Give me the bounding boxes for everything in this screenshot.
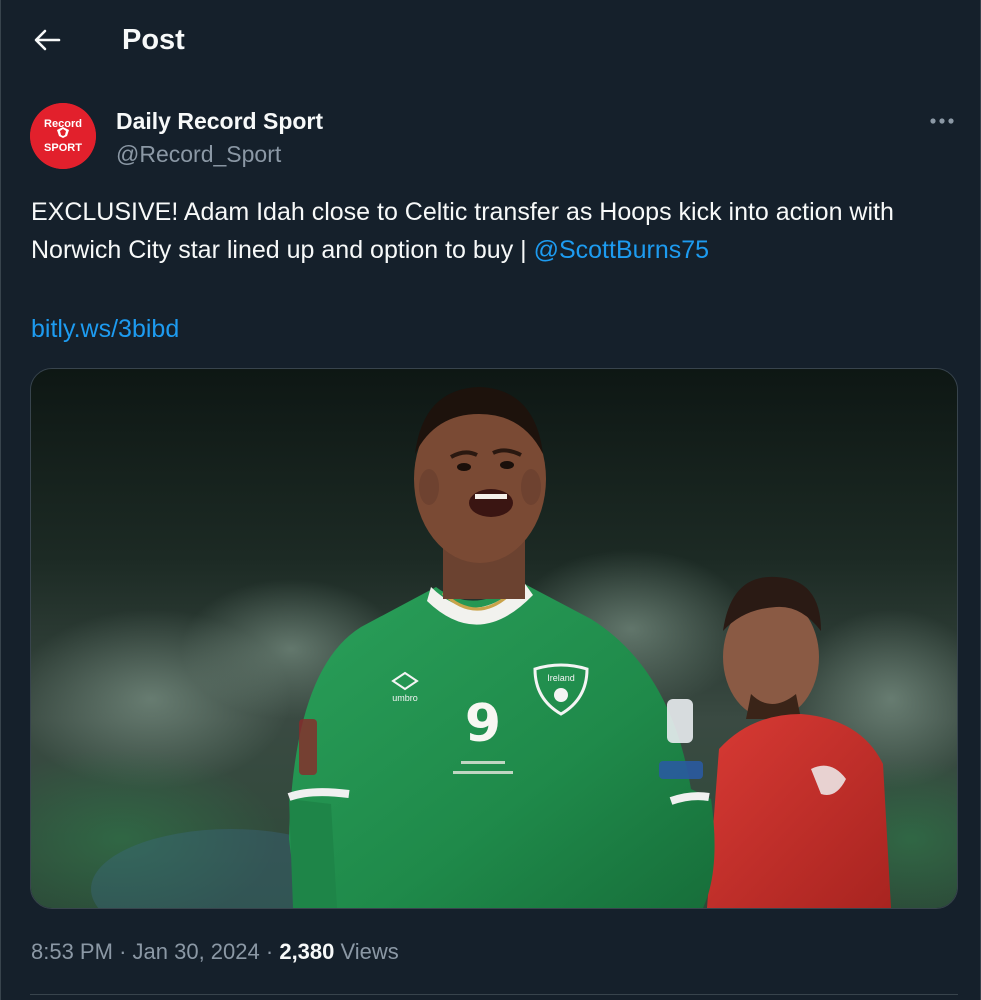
arrow-left-icon: [34, 29, 61, 51]
more-button[interactable]: [925, 106, 959, 136]
post-page: Post Record SPORT Daily Record Sport @Re…: [0, 0, 981, 1000]
avatar[interactable]: Record SPORT: [30, 103, 96, 169]
back-button[interactable]: [23, 20, 71, 60]
page-title: Post: [122, 24, 185, 56]
tweet-url-link[interactable]: bitly.ws/3bibd: [31, 310, 179, 348]
meta-separator: ·: [119, 939, 127, 964]
svg-text:umbro: umbro: [392, 693, 418, 703]
meta-separator: ·: [265, 939, 274, 964]
views-count: 2,380: [279, 939, 335, 964]
post-header: Post: [1, 0, 980, 80]
svg-text:SPORT: SPORT: [44, 142, 82, 154]
author-name[interactable]: Daily Record Sport: [116, 106, 323, 136]
record-sport-logo: Record SPORT: [30, 103, 96, 169]
more-horizontal-icon: [930, 118, 954, 124]
tweet-date[interactable]: Jan 30, 2024: [133, 939, 260, 964]
author-handle[interactable]: @Record_Sport: [116, 139, 281, 169]
tweet-body: EXCLUSIVE! Adam Idah close to Celtic tra…: [31, 198, 894, 264]
tweet-meta: 8:53 PM · Jan 30, 2024 · 2,380 Views: [31, 935, 399, 969]
player-photo: Ireland umbro 9: [31, 369, 957, 908]
tweet-text: EXCLUSIVE! Adam Idah close to Celtic tra…: [31, 193, 961, 269]
views-label: Views: [340, 939, 399, 964]
tweet-image[interactable]: Ireland umbro 9: [30, 368, 958, 909]
mention-link[interactable]: @ScottBurns75: [534, 236, 709, 264]
tweet-time[interactable]: 8:53 PM: [31, 939, 113, 964]
divider: [30, 994, 958, 995]
svg-text:Ireland: Ireland: [547, 673, 575, 683]
svg-text:9: 9: [465, 694, 501, 754]
